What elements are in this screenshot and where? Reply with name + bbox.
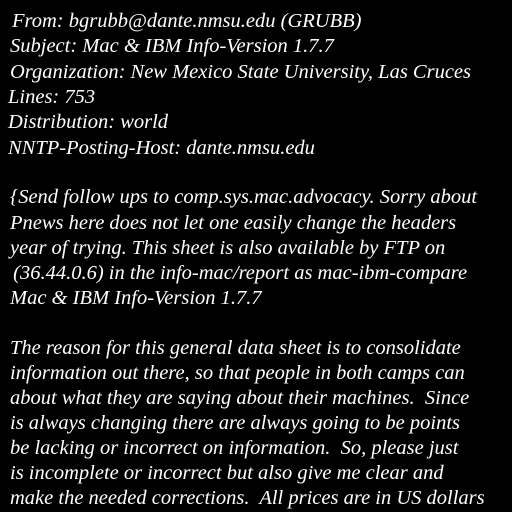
intro-line: Mac & IBM Info-Version 1.7.7: [10, 287, 262, 309]
body-line: about what they are saying about their m…: [10, 387, 470, 409]
header-distribution: Distribution: world: [8, 111, 169, 133]
body-line: is always changing there are always goin…: [10, 412, 461, 434]
intro-line: (36.44.0.6) in the info-mac/report as ma…: [8, 262, 468, 284]
header-nntp-posting-host: NNTP-Posting-Host: dante.nmsu.edu: [8, 137, 315, 159]
header-organization: Organization: New Mexico State Universit…: [10, 61, 472, 83]
intro-line: Pnews here does not let one easily chang…: [10, 212, 457, 234]
body-line: The reason for this general data sheet i…: [10, 337, 461, 359]
usenet-article: From: bgrubb@dante.nmsu.edu (GRUBB) Subj…: [0, 0, 512, 512]
body-line: is incomplete or incorrect but also give…: [10, 462, 444, 484]
header-from: From: bgrubb@dante.nmsu.edu (GRUBB): [12, 10, 362, 32]
terminal-screen: From: bgrubb@dante.nmsu.edu (GRUBB) Subj…: [0, 0, 512, 512]
body-line: be lacking or incorrect on information. …: [10, 437, 459, 459]
header-lines: Lines: 753: [8, 86, 96, 108]
intro-line: {Send follow ups to comp.sys.mac.advocac…: [10, 186, 478, 208]
header-subject: Subject: Mac & IBM Info-Version 1.7.7: [10, 35, 334, 57]
intro-line: year of trying. This sheet is also avail…: [10, 237, 446, 259]
body-line: make the needed corrections. All prices …: [10, 487, 485, 509]
body-line: information out there, so that people in…: [10, 362, 465, 384]
